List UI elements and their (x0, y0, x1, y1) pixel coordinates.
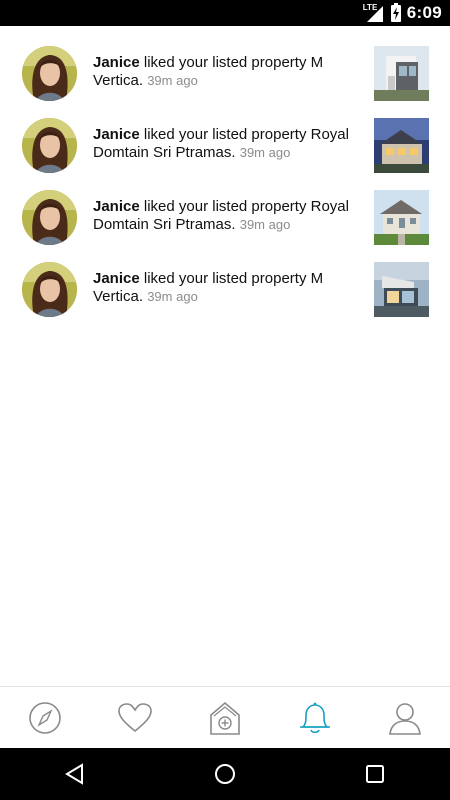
avatar[interactable] (22, 118, 77, 173)
notification-time: 39m ago (147, 289, 198, 304)
add-home-icon (210, 701, 240, 735)
property-thumbnail[interactable] (374, 190, 429, 245)
notification-item[interactable]: Janice liked your listed property Royal … (0, 98, 450, 173)
property-thumbnail[interactable] (374, 118, 429, 173)
property-thumbnail[interactable] (374, 46, 429, 101)
signal-icon: LTE (363, 3, 385, 23)
notification-text: Janice liked your listed property Royal … (93, 126, 363, 162)
user-name[interactable]: Janice (93, 198, 140, 215)
user-name[interactable]: Janice (93, 54, 140, 71)
notification-time: 39m ago (239, 217, 291, 232)
clock: 6:09 (406, 3, 442, 22)
tab-profile[interactable] (360, 687, 450, 749)
tab-favorites[interactable] (90, 687, 180, 749)
avatar[interactable] (22, 262, 77, 317)
user-name[interactable]: Janice (93, 126, 140, 143)
bell-icon (300, 702, 330, 734)
tab-explore[interactable] (0, 687, 90, 749)
home-icon (215, 764, 235, 784)
nav-back-button[interactable] (45, 754, 105, 794)
property-thumbnail[interactable] (374, 262, 429, 317)
notification-list: Janice liked your listed property M Vert… (0, 26, 450, 317)
back-icon (65, 763, 83, 785)
compass-icon (29, 702, 61, 734)
system-nav-bar (0, 748, 450, 800)
tab-notifications[interactable] (270, 687, 360, 749)
avatar[interactable] (22, 46, 77, 101)
status-bar: LTE 6:09 (0, 0, 450, 26)
notification-text: Janice liked your listed property M Vert… (93, 54, 363, 90)
nav-home-button[interactable] (195, 754, 255, 794)
nav-recents-button[interactable] (345, 754, 405, 794)
avatar[interactable] (22, 190, 77, 245)
tab-add-property[interactable] (180, 687, 270, 749)
status-indicators: LTE 6:09 (363, 0, 442, 26)
bottom-tab-bar (0, 686, 450, 749)
notification-time: 39m ago (239, 145, 291, 160)
notification-item[interactable]: Janice liked your listed property M Vert… (0, 26, 450, 101)
recents-icon (366, 765, 384, 783)
heart-icon (118, 703, 152, 733)
battery-icon (390, 2, 401, 22)
notification-text: Janice liked your listed property M Vert… (93, 270, 363, 306)
notification-text: Janice liked your listed property Royal … (93, 198, 363, 234)
user-name[interactable]: Janice (93, 270, 140, 287)
notification-item[interactable]: Janice liked your listed property M Vert… (0, 242, 450, 317)
notification-item[interactable]: Janice liked your listed property Royal … (0, 170, 450, 245)
notification-time: 39m ago (147, 73, 198, 88)
profile-icon (389, 703, 421, 735)
